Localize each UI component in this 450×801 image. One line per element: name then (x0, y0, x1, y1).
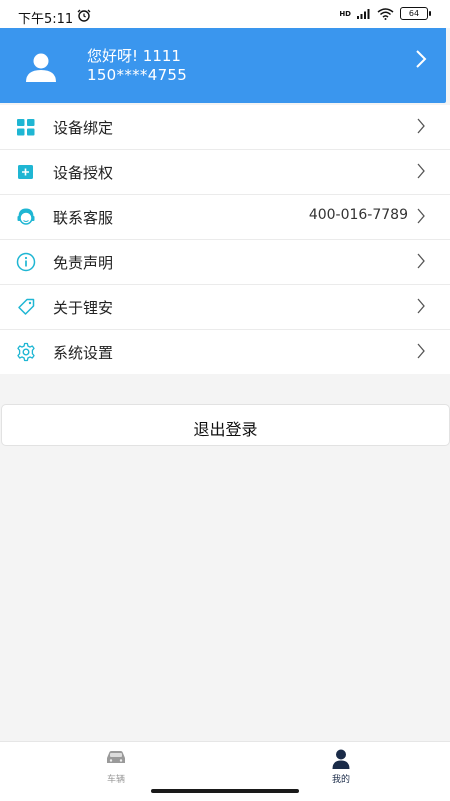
chevron-right-icon (417, 208, 425, 224)
chevron-right-icon (417, 343, 425, 359)
chevron-right-icon (417, 253, 425, 269)
menu-item-customer-service[interactable]: 联系客服 400-016-7789 (0, 195, 450, 240)
menu-label: 关于锂安 (53, 299, 114, 317)
menu-list: 设备绑定 设备授权 联系客服 400-016-7789 免责声明 关于锂安 系统… (0, 105, 450, 374)
tag-icon (18, 298, 35, 315)
tab-label: 我的 (331, 775, 350, 785)
chevron-right-icon (416, 50, 427, 68)
greeting-text: 您好呀! 1111 (87, 47, 181, 65)
signal-icon (357, 9, 370, 19)
menu-label: 设备绑定 (53, 119, 114, 137)
profile-header[interactable]: 您好呀! 1111 150****4755 (0, 28, 446, 103)
person-icon (332, 749, 350, 769)
network-type: HD (339, 9, 351, 18)
menu-label: 设备授权 (53, 164, 114, 182)
chevron-right-icon (417, 298, 425, 314)
battery-indicator: 64 (400, 7, 431, 20)
tab-vehicle[interactable]: 车辆 (56, 742, 176, 792)
menu-label: 免责声明 (53, 254, 114, 272)
menu-item-about[interactable]: 关于锂安 (0, 285, 450, 330)
tab-label: 车辆 (106, 775, 125, 785)
menu-item-system-settings[interactable]: 系统设置 (0, 330, 450, 374)
home-indicator[interactable] (151, 789, 299, 793)
grid-icon (17, 119, 35, 136)
wifi-icon (377, 7, 394, 20)
customer-service-icon (17, 208, 35, 225)
menu-item-disclaimer[interactable]: 免责声明 (0, 240, 450, 285)
menu-label: 联系客服 (53, 209, 114, 227)
info-icon (16, 252, 36, 272)
avatar-person-icon (26, 53, 56, 82)
status-time: 下午5:11 (18, 12, 74, 27)
tab-mine[interactable]: 我的 (281, 742, 401, 792)
menu-item-device-binding[interactable]: 设备绑定 (0, 105, 450, 150)
menu-label: 系统设置 (53, 344, 114, 362)
gear-icon (17, 342, 35, 362)
plus-square-icon (18, 165, 33, 179)
service-phone-number[interactable]: 400-016-7789 (309, 207, 408, 223)
car-icon (107, 751, 125, 763)
alarm-clock-icon (77, 9, 91, 22)
logout-button[interactable]: 退出登录 (1, 404, 450, 446)
chevron-right-icon (417, 118, 425, 134)
chevron-right-icon (417, 163, 425, 179)
menu-item-device-authorization[interactable]: 设备授权 (0, 150, 450, 195)
logout-label: 退出登录 (193, 420, 258, 439)
phone-number: 150****4755 (87, 66, 188, 84)
status-bar: 下午5:11 HD 64 (0, 0, 450, 28)
